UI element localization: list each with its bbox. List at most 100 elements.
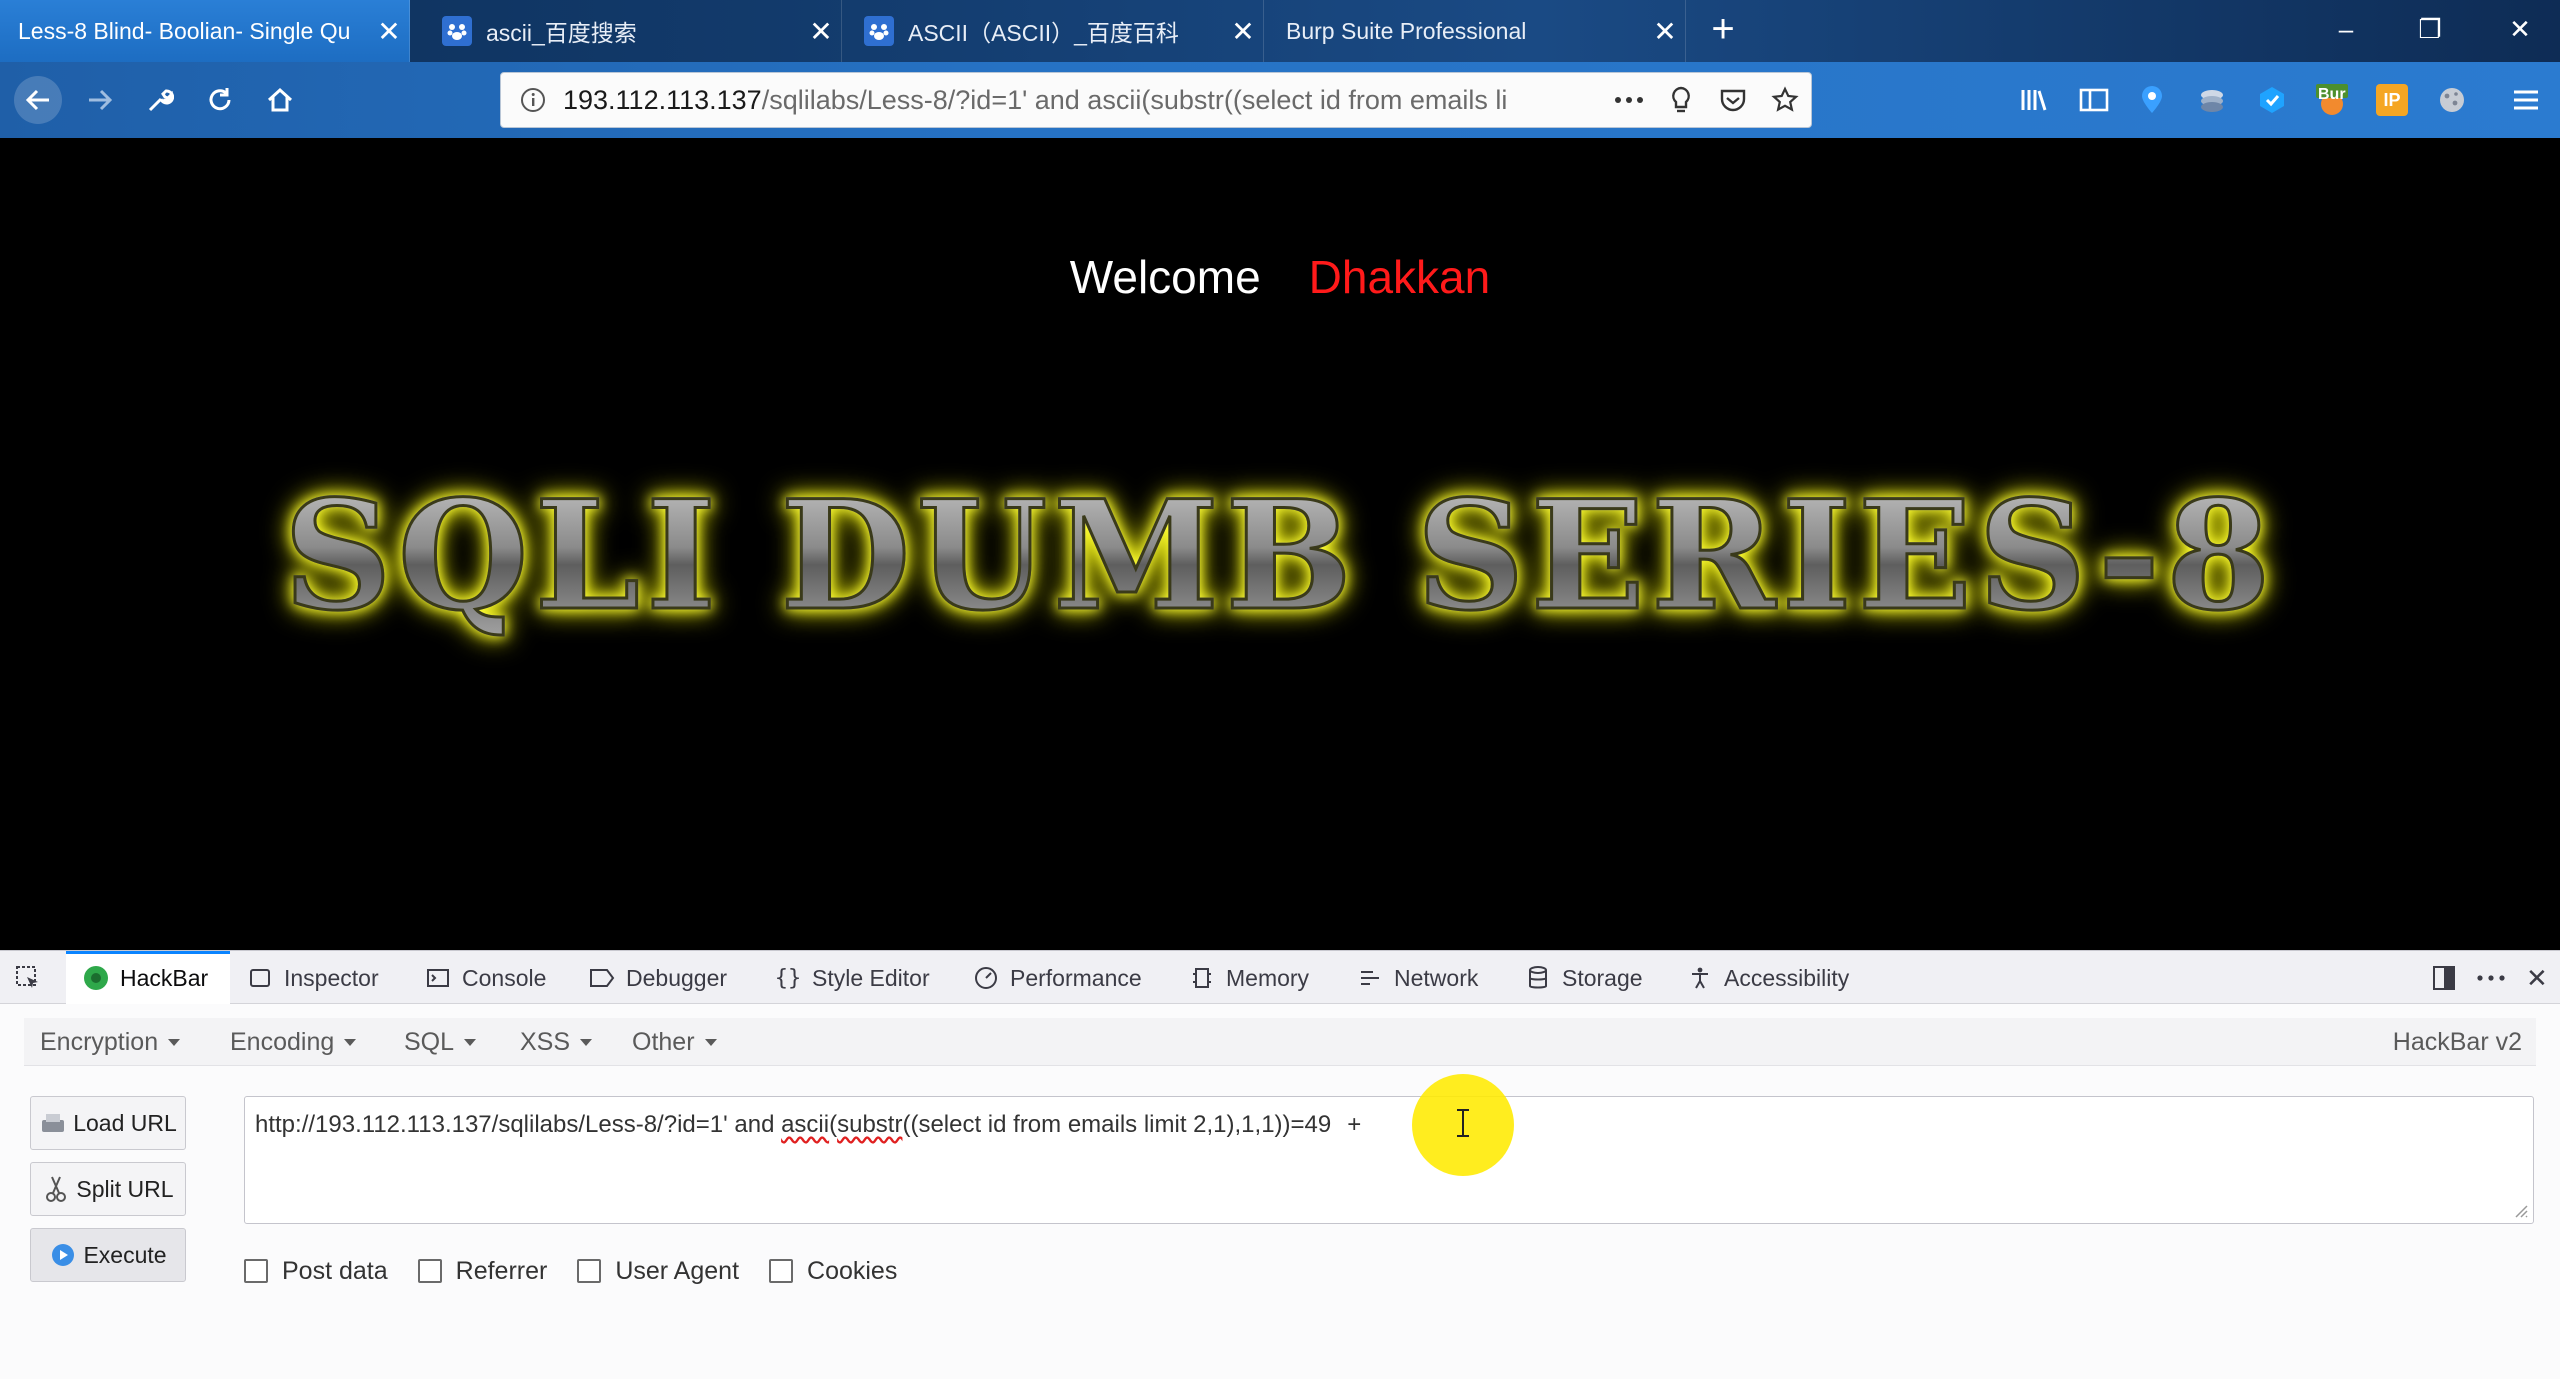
user-agent-checkbox[interactable]: User Agent <box>577 1257 739 1286</box>
chevron-down-icon <box>464 1038 477 1046</box>
post-data-checkbox[interactable]: Post data <box>244 1257 388 1286</box>
sidebar-icon[interactable] <box>2072 78 2116 122</box>
element-picker-icon[interactable] <box>14 951 50 1005</box>
tab-hackbar[interactable]: HackBar <box>66 951 230 1005</box>
devtools-more-icon[interactable] <box>2476 951 2516 1005</box>
checkbox-box[interactable] <box>244 1259 268 1283</box>
load-url-icon <box>39 1109 67 1137</box>
load-url-button[interactable]: Load URL <box>30 1096 186 1150</box>
button-label: Execute <box>83 1241 167 1268</box>
info-icon[interactable] <box>513 87 553 113</box>
play-icon <box>49 1241 77 1269</box>
tab-title: ascii_百度搜索 <box>486 20 637 46</box>
tab-label: Accessibility <box>1724 964 1850 991</box>
menu-encoding[interactable]: Encoding <box>230 1018 357 1066</box>
back-arrow-icon[interactable] <box>14 76 62 124</box>
tab-label: Memory <box>1226 964 1310 991</box>
execute-button[interactable]: Execute <box>30 1228 186 1282</box>
close-icon[interactable]: ✕ <box>1645 15 1685 48</box>
cookies-checkbox[interactable]: Cookies <box>769 1257 897 1286</box>
tab-title: Less-8 Blind- Boolian- Single Qu <box>18 17 351 44</box>
tab-memory[interactable]: Memory <box>1188 951 1309 1005</box>
referrer-checkbox[interactable]: Referrer <box>417 1256 548 1286</box>
menu-xss[interactable]: XSS <box>520 1018 593 1066</box>
chevron-down-icon <box>344 1038 357 1046</box>
devtools-close-icon[interactable]: ✕ <box>2526 951 2556 1005</box>
cookie-extension-icon[interactable] <box>2430 78 2474 122</box>
baidu-paw-icon <box>864 16 894 46</box>
hexagon-extension-icon[interactable] <box>2250 78 2294 122</box>
url-text[interactable]: 193.112.113.137/sqlilabs/Less-8/?id=1' a… <box>553 85 1603 116</box>
dock-icon[interactable] <box>2430 951 2464 1005</box>
hackbar-menu: Encryption Encoding SQL XSS Other HackBa… <box>24 1018 2536 1066</box>
page-content: Welcome Dhakkan SQLI DUMB SERIES-8 <box>0 138 2560 950</box>
devtools-toolbar: HackBar Inspector Console Debugger {} St… <box>0 950 2560 1005</box>
hackbar-icon <box>82 964 110 992</box>
tab-title: Burp Suite Professional <box>1286 17 1527 44</box>
tab-inspector[interactable]: Inspector <box>246 951 379 1005</box>
burp-extension-icon[interactable]: Bur <box>2310 78 2354 122</box>
tab-label: Console <box>462 964 547 991</box>
text-cursor-icon <box>1457 1109 1469 1137</box>
welcome-line: Welcome Dhakkan <box>0 250 2560 304</box>
tab-debugger[interactable]: Debugger <box>588 951 727 1005</box>
accessibility-icon <box>1686 964 1714 992</box>
window-close-icon[interactable]: ✕ <box>2480 0 2560 62</box>
url-textarea[interactable]: http://193.112.113.137/sqlilabs/Less-8/?… <box>244 1096 2534 1224</box>
new-tab-plus-icon[interactable]: + <box>1700 8 1746 54</box>
tab-storage[interactable]: Storage <box>1524 951 1643 1005</box>
close-icon[interactable]: ✕ <box>1223 15 1263 48</box>
tab-ascii-search[interactable]: ascii_百度搜索 ✕ <box>424 0 842 62</box>
home-icon[interactable] <box>256 76 304 124</box>
reload-icon[interactable] <box>196 76 244 124</box>
url-path: /sqlilabs/Less-8/?id=1' and ascii(substr… <box>761 84 1508 115</box>
menu-other[interactable]: Other <box>632 1018 717 1066</box>
tab-performance[interactable]: Performance <box>972 951 1142 1005</box>
bookmark-star-icon[interactable] <box>1759 86 1811 114</box>
hackbar-panel: Encryption Encoding SQL XSS Other HackBa… <box>0 1004 2560 1379</box>
ip-badge: IP <box>2376 84 2408 116</box>
scissors-icon <box>42 1175 70 1203</box>
console-icon <box>424 964 452 992</box>
lightbulb-icon[interactable] <box>1655 85 1707 115</box>
chevron-down-icon <box>704 1038 717 1046</box>
menu-hamburger-icon[interactable] <box>2504 78 2548 122</box>
pocket-icon[interactable] <box>1707 87 1759 113</box>
tab-burp[interactable]: Burp Suite Professional ✕ <box>1268 0 1686 62</box>
forward-arrow-icon[interactable] <box>76 76 124 124</box>
tab-ascii-baike[interactable]: ASCII（ASCII）_百度百科 ✕ <box>846 0 1264 62</box>
welcome-text: Welcome <box>1069 251 1261 303</box>
tab-label: Network <box>1394 964 1479 991</box>
more-dots-icon[interactable] <box>1603 95 1655 105</box>
close-icon[interactable]: ✕ <box>801 15 841 48</box>
tab-console[interactable]: Console <box>424 951 546 1005</box>
hackbar-version: HackBar v2 <box>2392 1027 2522 1056</box>
tab-less8[interactable]: Less-8 Blind- Boolian- Single Qu ✕ <box>0 0 410 62</box>
tab-network[interactable]: Network <box>1356 951 1478 1005</box>
chevron-down-icon <box>580 1038 593 1046</box>
url-bar[interactable]: 193.112.113.137/sqlilabs/Less-8/?id=1' a… <box>500 72 1812 128</box>
checkbox-box[interactable] <box>769 1259 794 1283</box>
checkbox-box[interactable] <box>417 1259 442 1283</box>
library-icon[interactable] <box>2012 78 2056 122</box>
button-label: Load URL <box>73 1109 177 1136</box>
menu-label: SQL <box>404 1027 455 1056</box>
menu-encryption[interactable]: Encryption <box>40 1018 181 1066</box>
checkbox-box[interactable] <box>577 1259 602 1283</box>
stack-extension-icon[interactable] <box>2190 78 2234 122</box>
wrench-icon[interactable] <box>136 76 184 124</box>
close-icon[interactable]: ✕ <box>369 15 409 48</box>
restore-icon[interactable]: ❐ <box>2390 0 2470 62</box>
page-title: SQLI DUMB SERIES-8 <box>0 467 2560 646</box>
tab-label: Debugger <box>626 964 728 991</box>
split-url-button[interactable]: Split URL <box>30 1162 186 1216</box>
tab-accessibility[interactable]: Accessibility <box>1686 951 1849 1005</box>
location-pin-icon[interactable] <box>2130 78 2174 122</box>
menu-label: Other <box>632 1027 695 1056</box>
menu-sql[interactable]: SQL <box>404 1018 477 1066</box>
ip-extension-icon[interactable]: IP <box>2370 78 2414 122</box>
tab-style-editor[interactable]: {} Style Editor <box>774 951 930 1005</box>
option-label: Referrer <box>455 1256 548 1285</box>
resize-grip-icon[interactable] <box>2512 1202 2528 1218</box>
minimize-icon[interactable]: – <box>2306 0 2386 62</box>
